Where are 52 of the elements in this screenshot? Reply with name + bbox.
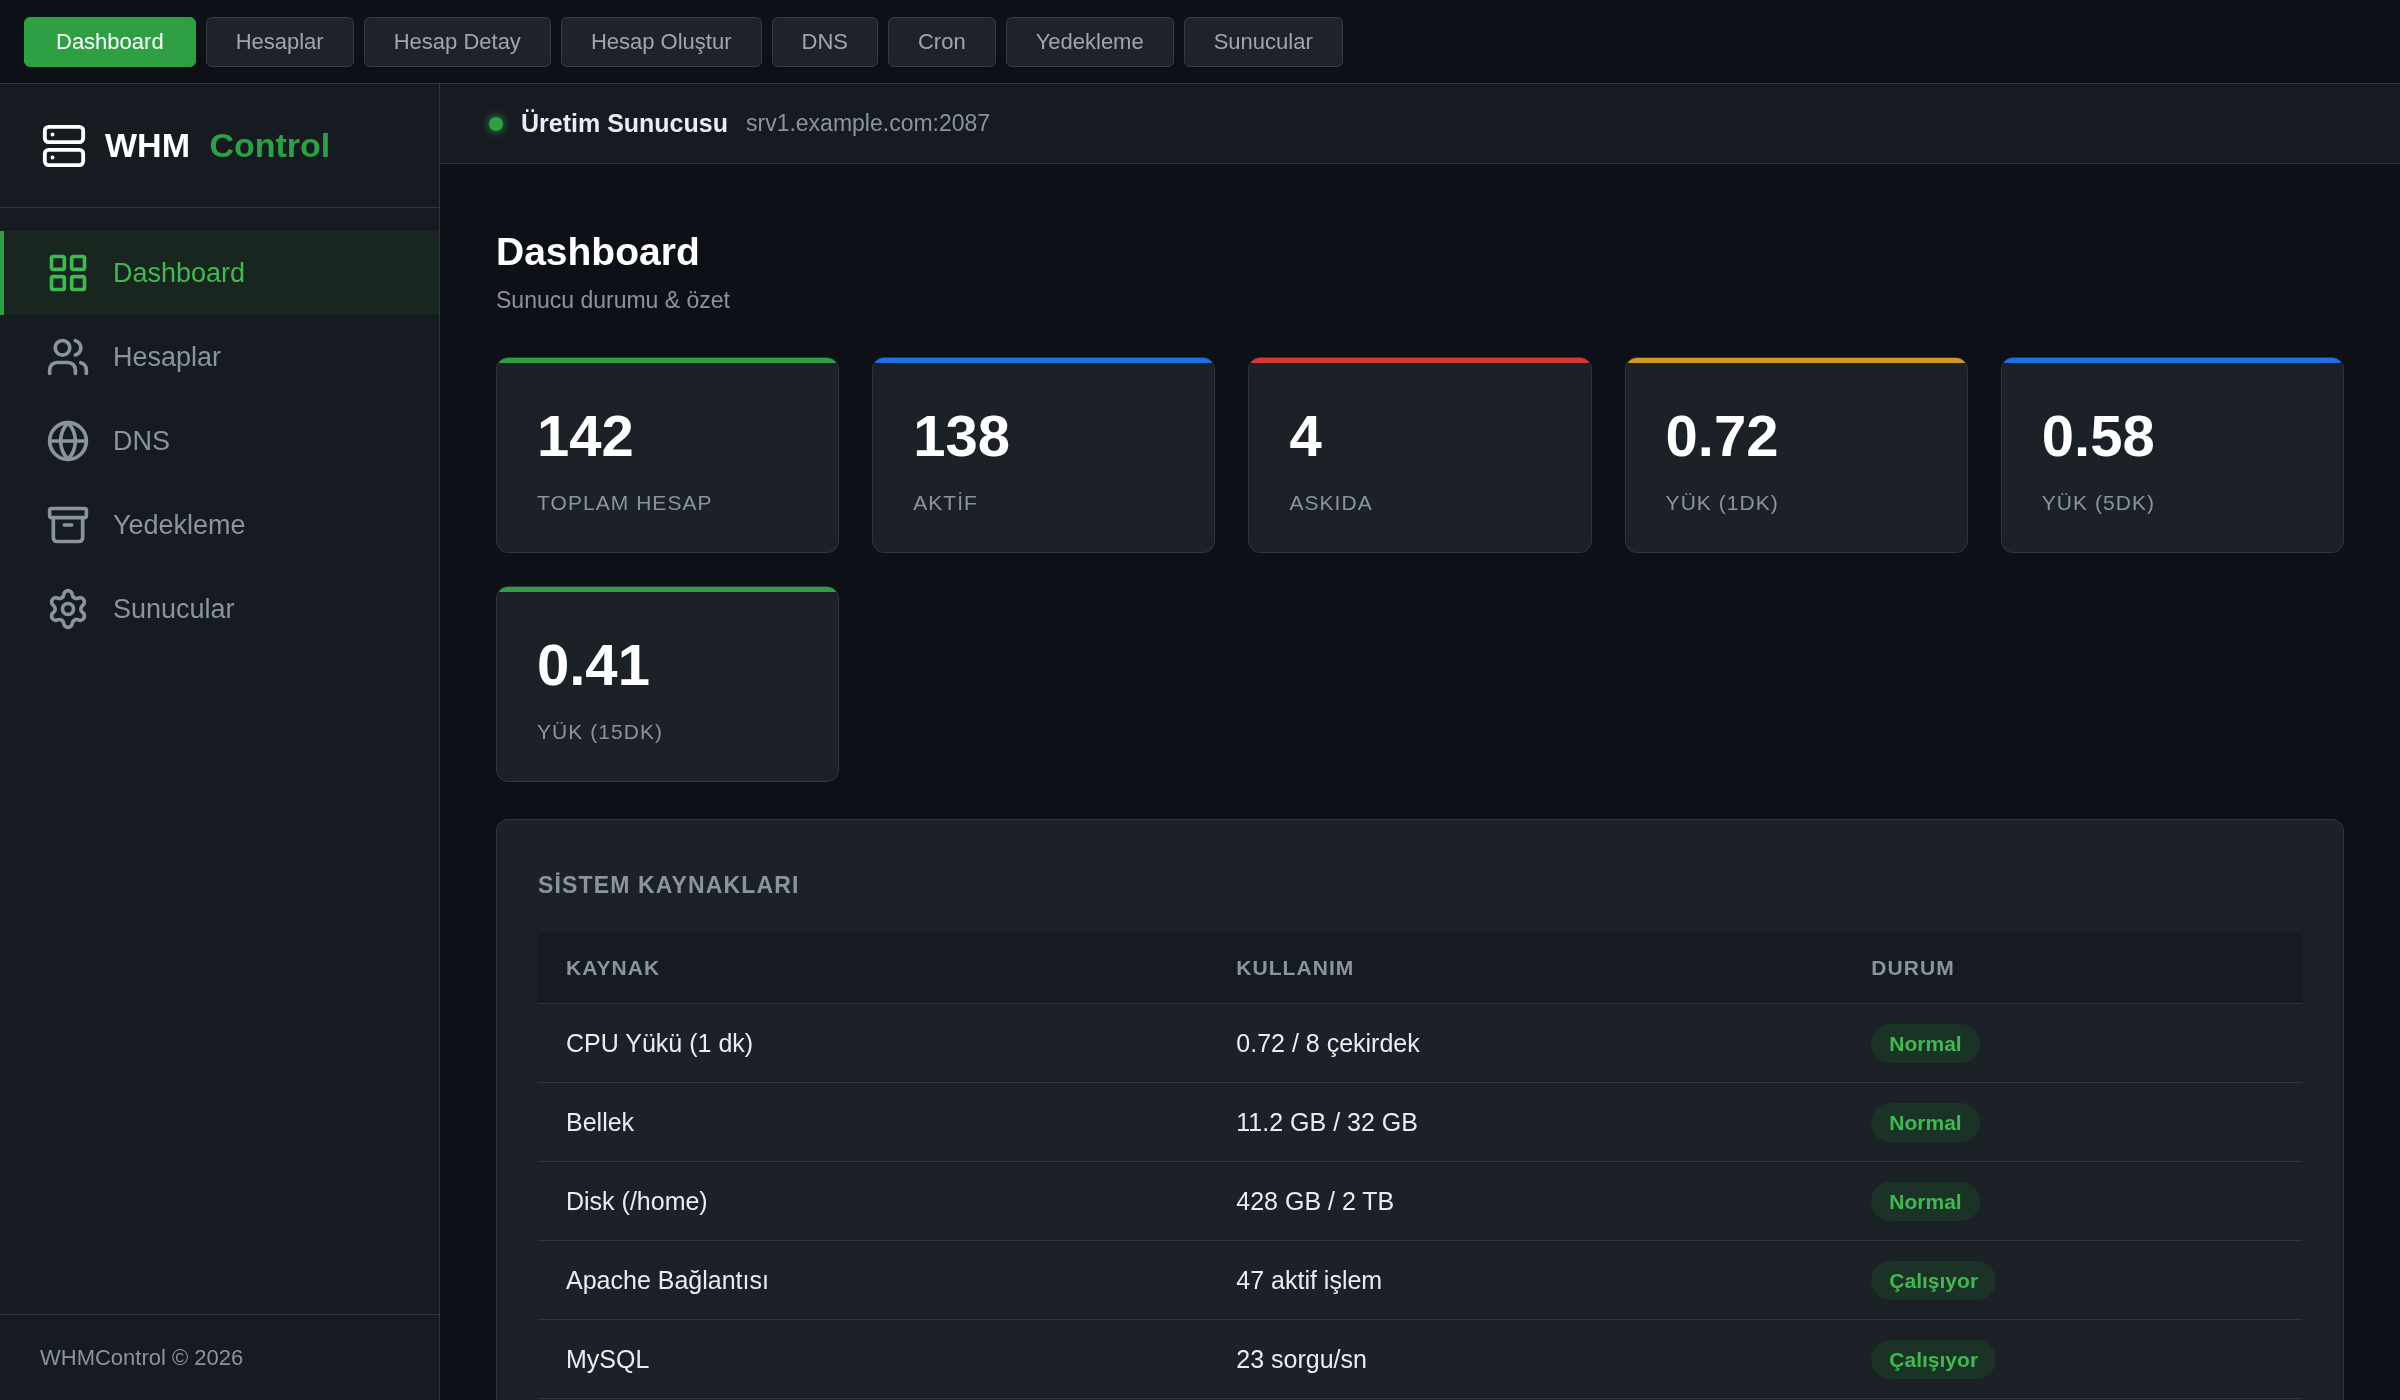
status-badge: Normal <box>1871 1102 1980 1142</box>
table-cell: 23 sorgu/sn <box>1208 1319 1844 1399</box>
stat-value: 0.72 <box>1665 407 1779 466</box>
nav-tab[interactable]: Hesaplar <box>205 16 354 67</box>
footer-text: WHMControl © 2026 <box>40 1344 244 1372</box>
status-badge: Çalışıyor <box>1871 1339 1997 1379</box>
stat-label: YÜK (15DK) <box>537 719 664 746</box>
stat-value: 0.41 <box>537 636 650 695</box>
status-badge: Çalışıyor <box>1871 1260 1997 1300</box>
nav-tab[interactable]: DNS <box>771 16 878 67</box>
stat-value: 142 <box>537 407 634 466</box>
page-title: Dashboard <box>496 229 700 275</box>
nav-tab[interactable]: Yedekleme <box>1005 16 1174 67</box>
sidebar-item[interactable]: Hesaplar <box>0 315 439 399</box>
status-badge: Normal <box>1871 1023 1980 1063</box>
sidebar-item[interactable]: Dashboard <box>0 231 439 315</box>
nav-tab[interactable]: Cron <box>887 16 996 67</box>
brand-title: WHM Control <box>105 125 331 166</box>
nav-tab[interactable]: Sunucular <box>1183 16 1343 67</box>
sidebar-item[interactable]: Sunucular <box>0 567 439 651</box>
table-cell: 47 aktif işlem <box>1208 1240 1844 1320</box>
status-badge: Normal <box>1871 1181 1980 1221</box>
stat-value: 138 <box>913 407 1010 466</box>
stat-value: 0.58 <box>2041 407 2155 466</box>
page-subtitle: Sunucu durumu & özet <box>496 285 730 315</box>
table-cell: 11.2 GB / 32 GB <box>1208 1082 1844 1162</box>
stat-label: YÜK (5DK) <box>2041 490 2156 517</box>
nav-tab[interactable]: Hesap Detay <box>363 16 551 67</box>
stat-value: 4 <box>1289 407 1322 466</box>
table-cell: Bellek <box>538 1082 1209 1162</box>
table-cell: CPU Yükü (1 dk) <box>538 1003 1209 1083</box>
table-cell: 428 GB / 2 TB <box>1208 1161 1844 1241</box>
table-cell: Disk (/home) <box>538 1161 1209 1241</box>
column-header: KULLANIM <box>1208 932 1844 1004</box>
table-cell: MySQL <box>538 1319 1209 1399</box>
server-icon <box>41 122 87 169</box>
panel-title: SİSTEM KAYNAKLARI <box>538 871 800 901</box>
server-host: srv1.example.com:2087 <box>746 109 991 139</box>
stat-label: TOPLAM HESAP <box>537 490 713 517</box>
sidebar-item[interactable]: Yedekleme <box>0 483 439 567</box>
globe-icon <box>46 419 90 463</box>
sidebar-item[interactable]: DNS <box>0 399 439 483</box>
stat-label: ASKIDA <box>1289 490 1373 517</box>
stat-label: AKTİF <box>913 490 978 517</box>
column-header: KAYNAK <box>538 932 1209 1004</box>
nav-tab[interactable]: Hesap Oluştur <box>560 16 762 67</box>
table-cell: 0.72 / 8 çekirdek <box>1208 1003 1844 1083</box>
nav-tab[interactable]: Dashboard <box>24 16 196 67</box>
table-cell: Apache Bağlantısı <box>538 1240 1209 1320</box>
stat-label: YÜK (1DK) <box>1665 490 1779 517</box>
column-header: DURUM <box>1843 932 2302 1004</box>
server-name: Üretim Sunucusu <box>521 107 728 139</box>
